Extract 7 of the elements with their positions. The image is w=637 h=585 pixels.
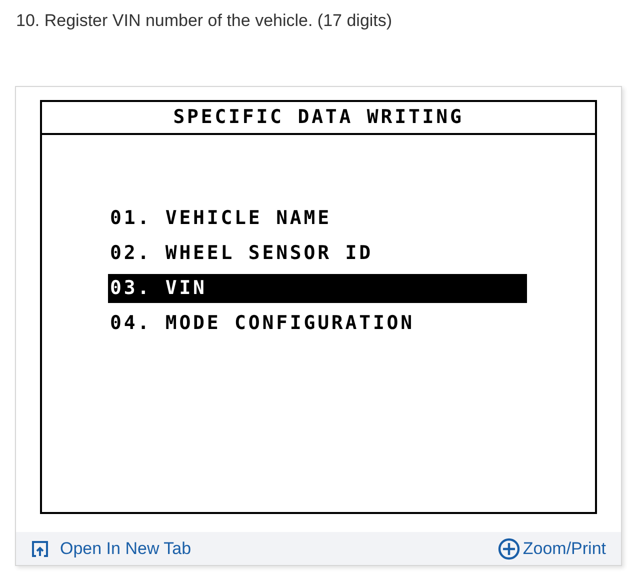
menu-item[interactable]: 03. VIN: [108, 274, 527, 303]
open-new-tab-icon: [31, 540, 49, 558]
open-new-tab-link[interactable]: Open In New Tab: [31, 536, 192, 562]
screen-title: SPECIFIC DATA WRITING: [173, 105, 464, 130]
zoom-print-link[interactable]: Zoom/Print: [498, 536, 606, 562]
zoom-plus-icon: [498, 538, 520, 560]
step-caption: 10. Register VIN number of the vehicle. (17 digits): [16, 10, 394, 32]
